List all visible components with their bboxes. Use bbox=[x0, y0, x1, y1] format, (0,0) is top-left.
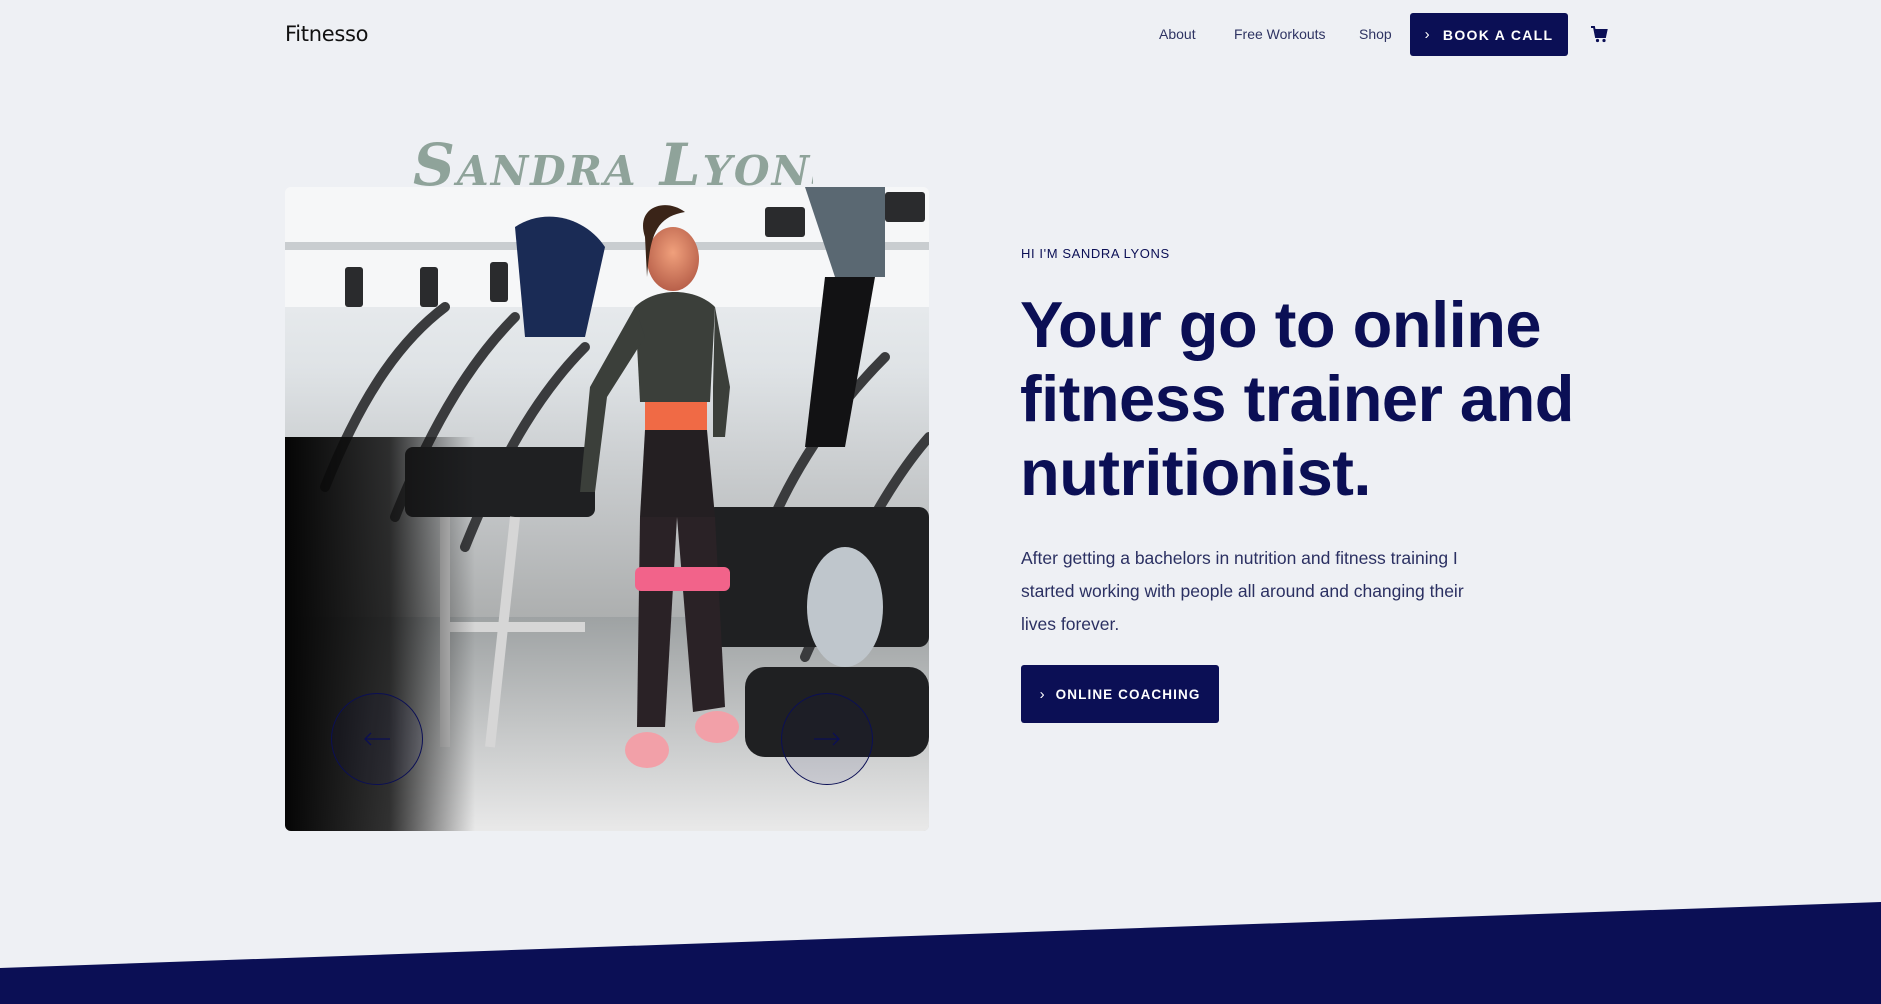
online-coaching-button[interactable]: › ONLINE COACHING bbox=[1021, 665, 1219, 723]
chevron-right-icon: › bbox=[1424, 26, 1431, 43]
arrow-right-icon bbox=[814, 732, 840, 746]
cart-icon[interactable] bbox=[1590, 24, 1608, 44]
carousel-next-button[interactable] bbox=[781, 693, 873, 785]
page: Fitnesso About Free Workouts Shop › BOOK… bbox=[0, 0, 1881, 1004]
arrow-left-icon bbox=[364, 732, 390, 746]
chevron-right-icon: › bbox=[1039, 685, 1046, 703]
hero-description: After getting a bachelors in nutrition a… bbox=[1021, 548, 1464, 634]
logo[interactable]: Fitnesso bbox=[285, 22, 368, 46]
online-coaching-label: ONLINE COACHING bbox=[1055, 686, 1201, 702]
signature: Sandra Lyons bbox=[413, 131, 813, 190]
nav-about[interactable]: About bbox=[1159, 26, 1196, 42]
book-a-call-button[interactable]: › BOOK A CALL bbox=[1410, 13, 1568, 56]
bottom-band bbox=[0, 902, 1881, 1004]
hero-eyebrow: HI I'M SANDRA LYONS bbox=[1021, 246, 1170, 261]
nav-free-workouts[interactable]: Free Workouts bbox=[1234, 26, 1326, 42]
nav-shop[interactable]: Shop bbox=[1359, 26, 1392, 42]
carousel-prev-button[interactable] bbox=[331, 693, 423, 785]
site-header: Fitnesso About Free Workouts Shop › BOOK… bbox=[0, 0, 1881, 70]
hero-headline: Your go to online fitness trainer and nu… bbox=[1020, 288, 1574, 509]
book-a-call-label: BOOK A CALL bbox=[1442, 26, 1554, 43]
